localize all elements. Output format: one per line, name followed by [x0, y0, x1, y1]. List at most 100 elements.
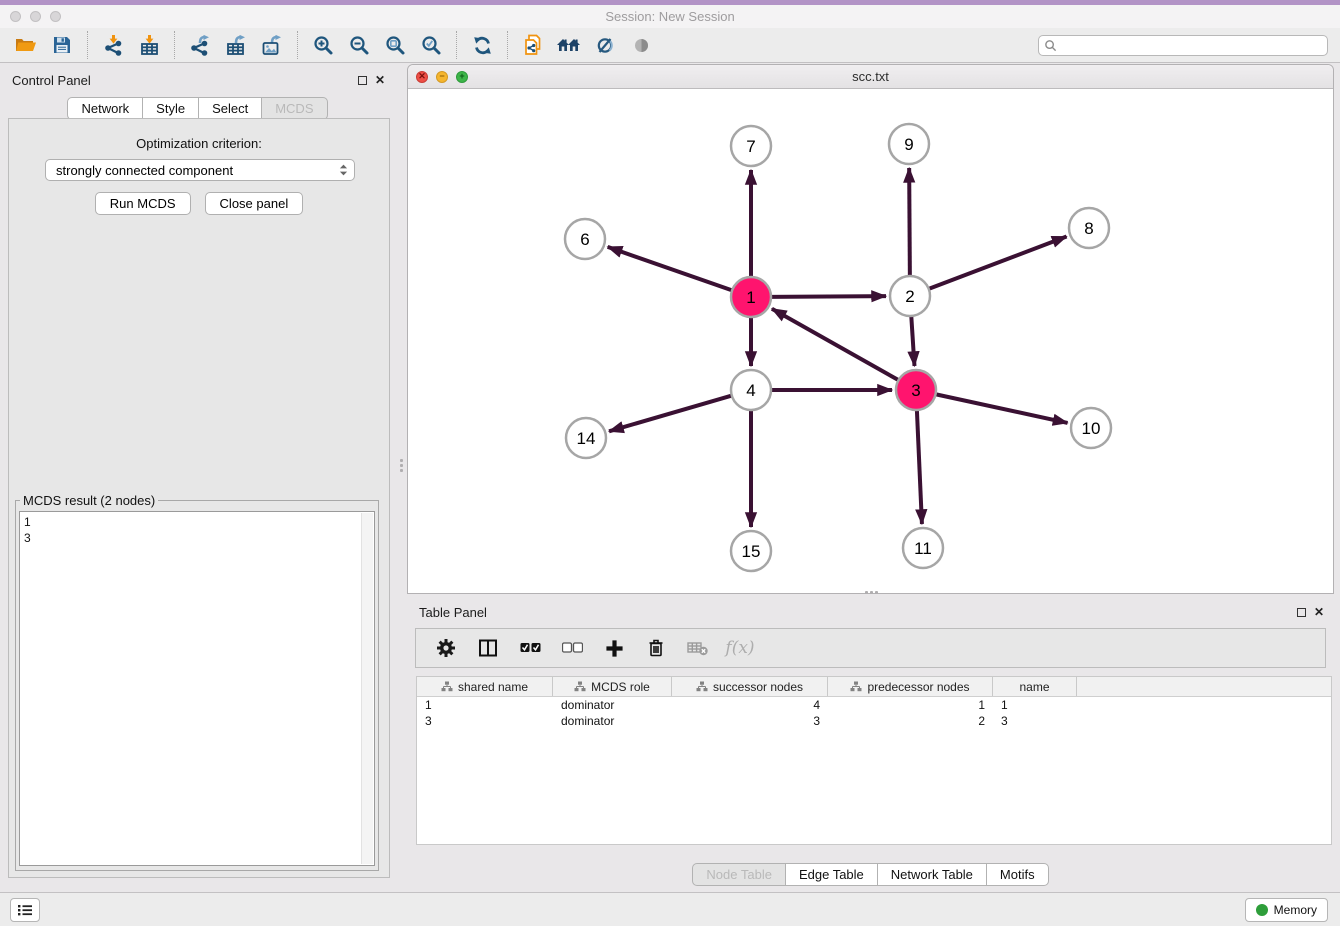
delete-column-button[interactable]: [642, 634, 670, 662]
clone-network-button[interactable]: [515, 30, 551, 60]
tab-node-table[interactable]: Node Table: [692, 863, 786, 886]
delete-table-icon: [687, 639, 709, 657]
toggle-graphics-details-button[interactable]: [587, 30, 623, 60]
tab-edge-table[interactable]: Edge Table: [785, 863, 878, 886]
tab-network[interactable]: Network: [67, 97, 143, 120]
show-columns-button[interactable]: [474, 634, 502, 662]
mcds-result-group: MCDS result (2 nodes) 1 3: [15, 493, 379, 871]
graph-node-label: 2: [905, 287, 914, 306]
zoom-in-button[interactable]: [305, 30, 341, 60]
add-column-button[interactable]: [600, 634, 628, 662]
column-header-name[interactable]: name: [993, 677, 1077, 696]
select-all-columns-button[interactable]: [516, 634, 544, 662]
graph-edge-4-14[interactable]: [609, 396, 732, 432]
float-table-panel-icon[interactable]: [1297, 608, 1306, 617]
cell-mcds-role: dominator: [553, 713, 672, 729]
mcds-result-textarea[interactable]: 1 3: [19, 511, 375, 866]
table-settings-button[interactable]: [432, 634, 460, 662]
control-panel-tabs: Network Style Select MCDS: [0, 97, 395, 120]
close-table-panel-icon[interactable]: ✕: [1314, 606, 1324, 618]
birds-eye-view-button[interactable]: [623, 30, 659, 60]
graph-edge-3-10[interactable]: [936, 394, 1068, 423]
control-panel-header: Control Panel ✕: [0, 68, 395, 92]
main-toolbar: [0, 28, 1340, 63]
import-table-button[interactable]: [131, 30, 167, 60]
column-header-successor-nodes[interactable]: successor nodes: [672, 677, 828, 696]
graph-node-4[interactable]: 4: [731, 370, 771, 410]
function-builder-button[interactable]: f(x): [726, 634, 754, 662]
unselect-all-columns-button[interactable]: [558, 634, 586, 662]
tab-style[interactable]: Style: [142, 97, 199, 120]
graph-node-label: 4: [746, 381, 755, 400]
run-mcds-button[interactable]: Run MCDS: [95, 192, 191, 215]
graph-node-label: 10: [1082, 419, 1101, 438]
cell-shared-name: 1: [417, 697, 553, 713]
delete-table-button[interactable]: [684, 634, 712, 662]
toolbar-separator: [456, 31, 457, 59]
float-panel-icon[interactable]: [358, 76, 367, 85]
graph-edge-3-11[interactable]: [917, 410, 922, 524]
graph-edge-1-2[interactable]: [771, 296, 886, 297]
close-panel-button[interactable]: Close panel: [205, 192, 304, 215]
save-session-button[interactable]: [44, 30, 80, 60]
export-table-button[interactable]: [218, 30, 254, 60]
column-header-predecessor-nodes[interactable]: predecessor nodes: [828, 677, 993, 696]
zoom-selected-button[interactable]: [413, 30, 449, 60]
table-row[interactable]: 1 dominator 4 1 1: [417, 697, 1331, 713]
apply-layout-button[interactable]: [464, 30, 500, 60]
table-row[interactable]: 3 dominator 3 2 3: [417, 713, 1331, 729]
graph-node-1[interactable]: 1: [731, 277, 771, 317]
zoom-out-button[interactable]: [341, 30, 377, 60]
tab-motifs[interactable]: Motifs: [986, 863, 1049, 886]
task-history-button[interactable]: [10, 898, 40, 922]
tab-network-table[interactable]: Network Table: [877, 863, 987, 886]
open-ndex-button[interactable]: [551, 30, 587, 60]
tab-select[interactable]: Select: [198, 97, 262, 120]
eye-slash-icon: [595, 35, 616, 56]
graph-node-label: 9: [904, 135, 913, 154]
graph-node-label: 8: [1084, 219, 1093, 238]
hierarchy-icon: [441, 681, 453, 692]
network-window-titlebar[interactable]: ✕ − + scc.txt: [408, 65, 1333, 89]
memory-label: Memory: [1274, 903, 1317, 917]
import-network-button[interactable]: [95, 30, 131, 60]
export-network-button[interactable]: [182, 30, 218, 60]
table-panel: Table Panel ✕ f(x) shared name MCDS role…: [407, 600, 1334, 888]
open-session-button[interactable]: [8, 30, 44, 60]
criterion-dropdown[interactable]: strongly connected component: [45, 159, 355, 181]
zoom-selected-icon: [421, 35, 442, 56]
search-input[interactable]: [1057, 38, 1322, 52]
graph-edge-2-3[interactable]: [911, 316, 914, 366]
graph-node-7[interactable]: 7: [731, 126, 771, 166]
close-panel-icon[interactable]: ✕: [375, 74, 385, 86]
export-image-button[interactable]: [254, 30, 290, 60]
graph-edge-1-6[interactable]: [608, 247, 732, 290]
graph-node-10[interactable]: 10: [1071, 408, 1111, 448]
network-canvas[interactable]: 7 9 6 8 1 2 4 3 14 10 15 11: [408, 89, 1333, 593]
network-graph[interactable]: 7 9 6 8 1 2 4 3 14 10 15 11: [408, 89, 1333, 593]
horizontal-splitter-handle[interactable]: [858, 589, 884, 596]
graph-node-8[interactable]: 8: [1069, 208, 1109, 248]
zoom-fit-button[interactable]: [377, 30, 413, 60]
graph-edge-3-1[interactable]: [772, 309, 899, 380]
graph-node-9[interactable]: 9: [889, 124, 929, 164]
memory-button[interactable]: Memory: [1245, 898, 1328, 922]
graph-node-15[interactable]: 15: [731, 531, 771, 571]
graph-node-14[interactable]: 14: [566, 418, 606, 458]
graph-node-11[interactable]: 11: [903, 528, 943, 568]
hierarchy-icon: [696, 681, 708, 692]
table-header-row: shared name MCDS role successor nodes pr…: [417, 677, 1331, 697]
mcds-panel: Optimization criterion: strongly connect…: [8, 118, 390, 878]
mcds-result-text: 1 3: [20, 512, 374, 548]
graph-edge-2-9[interactable]: [909, 168, 910, 276]
column-header-mcds-role[interactable]: MCDS role: [553, 677, 672, 696]
status-bar: Memory: [0, 892, 1340, 926]
tab-mcds[interactable]: MCDS: [261, 97, 327, 120]
graph-node-3[interactable]: 3: [896, 370, 936, 410]
result-scrollbar[interactable]: [361, 513, 373, 864]
graph-node-2[interactable]: 2: [890, 276, 930, 316]
vertical-splitter-handle[interactable]: [398, 452, 404, 478]
graph-node-6[interactable]: 6: [565, 219, 605, 259]
graph-edge-2-8[interactable]: [929, 237, 1067, 289]
column-header-shared-name[interactable]: shared name: [417, 677, 553, 696]
